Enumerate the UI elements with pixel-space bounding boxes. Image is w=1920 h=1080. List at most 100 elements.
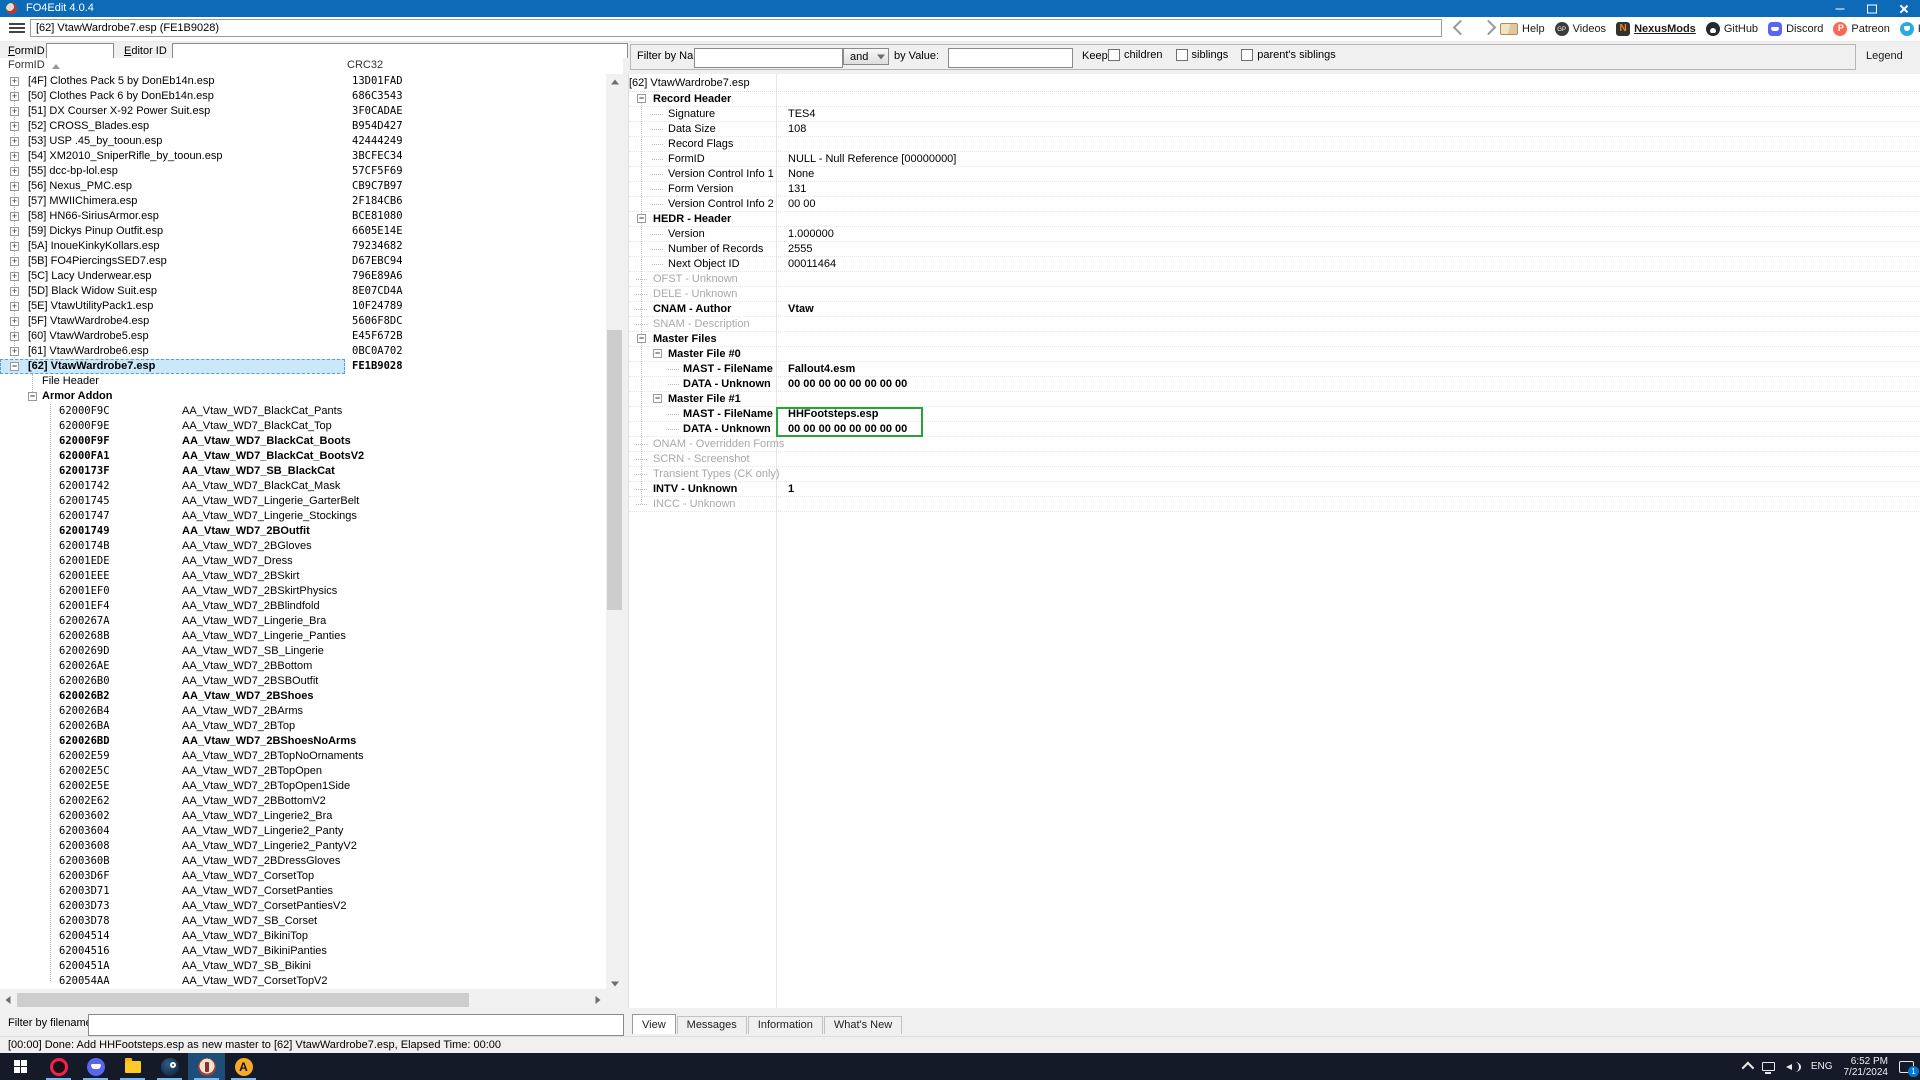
- tree-row[interactable]: +[5B] FO4PiercingsSED7.espD67EBC94: [0, 254, 606, 269]
- taskbar-app-a[interactable]: [225, 1053, 262, 1080]
- column-formid[interactable]: FormID: [8, 59, 45, 71]
- record-row[interactable]: DATA - Unknown00 00 00 00 00 00 00 00: [629, 377, 1920, 392]
- expand-icon[interactable]: +: [10, 77, 19, 86]
- expand-icon[interactable]: +: [10, 212, 19, 221]
- scroll-left-icon[interactable]: [0, 992, 16, 1008]
- keep-option-parent-s-siblings[interactable]: parent's siblings: [1241, 49, 1336, 61]
- patreon-link[interactable]: Patreon: [1833, 22, 1890, 36]
- expand-icon[interactable]: +: [10, 332, 19, 341]
- tab-messages[interactable]: Messages: [677, 1016, 747, 1034]
- legend-link[interactable]: Legend: [1866, 50, 1903, 62]
- tree-row[interactable]: 6200173FAA_Vtaw_WD7_SB_BlackCat: [0, 464, 606, 479]
- tree-row[interactable]: 62002E59AA_Vtaw_WD7_2BTopNoOrnaments: [0, 749, 606, 764]
- videos-link[interactable]: Videos: [1555, 22, 1606, 36]
- record-row[interactable]: DELE - Unknown: [629, 287, 1920, 302]
- expand-icon[interactable]: +: [10, 257, 19, 266]
- expand-icon[interactable]: +: [10, 122, 19, 131]
- collapse-icon[interactable]: −: [10, 362, 19, 371]
- filename-filter-input[interactable]: [88, 1014, 624, 1036]
- language-indicator[interactable]: ENG: [1811, 1061, 1833, 1072]
- tree-row[interactable]: +[4F] Clothes Pack 5 by DonEb14n.esp13D0…: [0, 74, 606, 89]
- collapse-icon[interactable]: −: [637, 214, 646, 223]
- tab-what-s-new[interactable]: What's New: [824, 1016, 902, 1034]
- record-row[interactable]: Number of Records2555: [629, 242, 1920, 257]
- record-row[interactable]: Record Flags: [629, 137, 1920, 152]
- record-row[interactable]: SNAM - Description: [629, 317, 1920, 332]
- tree-row[interactable]: +[5D] Black Widow Suit.esp8E07CD4A: [0, 284, 606, 299]
- tree-row[interactable]: +[51] DX Courser X-92 Power Suit.esp3F0C…: [0, 104, 606, 119]
- tree-row[interactable]: +[54] XM2010_SniperRifle_by_tooun.esp3BC…: [0, 149, 606, 164]
- tree-row[interactable]: +[59] Dickys Pinup Outfit.esp6605E14E: [0, 224, 606, 239]
- tree-row[interactable]: 62001749AA_Vtaw_WD7_2BOutfit: [0, 524, 606, 539]
- taskbar-start[interactable]: [0, 1053, 40, 1080]
- tree-row[interactable]: 62003D78AA_Vtaw_WD7_SB_Corset: [0, 914, 606, 929]
- filter-name-input[interactable]: [694, 48, 843, 68]
- keep-option-siblings[interactable]: siblings: [1176, 49, 1229, 61]
- record-row[interactable]: INCC - Unknown: [629, 497, 1920, 512]
- tree-row[interactable]: 62003602AA_Vtaw_WD7_Lingerie2_Bra: [0, 809, 606, 824]
- tree-row[interactable]: −[62] VtawWardrobe7.espFE1B9028: [0, 359, 606, 374]
- tree-row[interactable]: +[5F] VtawWardrobe4.esp5606F8DC: [0, 314, 606, 329]
- tree-row[interactable]: 62002E5CAA_Vtaw_WD7_2BTopOpen: [0, 764, 606, 779]
- taskbar-fo4edit[interactable]: [188, 1053, 225, 1080]
- record-row[interactable]: CNAM - AuthorVtaw: [629, 302, 1920, 317]
- tree-row[interactable]: 620026B4AA_Vtaw_WD7_2BArms: [0, 704, 606, 719]
- tree-row[interactable]: 62000F9CAA_Vtaw_WD7_BlackCat_Pants: [0, 404, 606, 419]
- tree-row[interactable]: 6200360BAA_Vtaw_WD7_2BDressGloves: [0, 854, 606, 869]
- tree-row[interactable]: 62000F9FAA_Vtaw_WD7_BlackCat_Boots: [0, 434, 606, 449]
- expand-icon[interactable]: +: [10, 137, 19, 146]
- tree-row[interactable]: 62001745AA_Vtaw_WD7_Lingerie_GarterBelt: [0, 494, 606, 509]
- tree-row[interactable]: 6200269DAA_Vtaw_WD7_SB_Lingerie: [0, 644, 606, 659]
- scroll-right-icon[interactable]: [590, 992, 606, 1008]
- scroll-up-icon[interactable]: [606, 74, 623, 90]
- record-row[interactable]: MAST - FileNameFallout4.esm: [629, 362, 1920, 377]
- tree-row[interactable]: 620054AAAA_Vtaw_WD7_CorsetTopV2: [0, 974, 606, 989]
- record-row[interactable]: ONAM - Overridden Forms: [629, 437, 1920, 452]
- tree-row[interactable]: 620026AEAA_Vtaw_WD7_2BBottom: [0, 659, 606, 674]
- record-row[interactable]: SignatureTES4: [629, 107, 1920, 122]
- tree-row[interactable]: 62001747AA_Vtaw_WD7_Lingerie_Stockings: [0, 509, 606, 524]
- tree-row[interactable]: +[60] VtawWardrobe5.espE45F672B: [0, 329, 606, 344]
- tree-row[interactable]: 620026BDAA_Vtaw_WD7_2BShoesNoArms: [0, 734, 606, 749]
- tree-row[interactable]: +[50] Clothes Pack 6 by DonEb14n.esp686C…: [0, 89, 606, 104]
- tree-row[interactable]: 62000F9EAA_Vtaw_WD7_BlackCat_Top: [0, 419, 606, 434]
- expand-icon[interactable]: +: [10, 242, 19, 251]
- tree-row[interactable]: 62000FA1AA_Vtaw_WD7_BlackCat_BootsV2: [0, 449, 606, 464]
- expand-icon[interactable]: +: [10, 227, 19, 236]
- tree-vertical-scrollbar[interactable]: [606, 74, 623, 992]
- tree-row[interactable]: 62001EF4AA_Vtaw_WD7_2BBlindfold: [0, 599, 606, 614]
- tree-row[interactable]: +[56] Nexus_PMC.espCB9C7B97: [0, 179, 606, 194]
- tree-row[interactable]: 62001EEEAA_Vtaw_WD7_2BSkirt: [0, 569, 606, 584]
- tree-row[interactable]: +[57] MWIIChimera.esp2F184CB6: [0, 194, 606, 209]
- tree-horizontal-scrollbar[interactable]: [0, 992, 606, 1008]
- checkbox[interactable]: [1176, 49, 1188, 61]
- tree-row[interactable]: 62001EDEAA_Vtaw_WD7_Dress: [0, 554, 606, 569]
- record-row[interactable]: Version Control Info 1None: [629, 167, 1920, 182]
- back-icon[interactable]: [1453, 20, 1469, 36]
- tree-row[interactable]: 62003D73AA_Vtaw_WD7_CorsetPantiesV2: [0, 899, 606, 914]
- record-row[interactable]: Version1.000000: [629, 227, 1920, 242]
- record-row[interactable]: −Master Files: [629, 332, 1920, 347]
- notification-center-icon[interactable]: 1: [1899, 1061, 1914, 1073]
- tree-row[interactable]: 62001742AA_Vtaw_WD7_BlackCat_Mask: [0, 479, 606, 494]
- column-crc32[interactable]: CRC32: [347, 59, 383, 71]
- record-view-header[interactable]: [62] VtawWardrobe7.esp: [629, 74, 1920, 92]
- tree-row[interactable]: 62001EF0AA_Vtaw_WD7_2BSkirtPhysics: [0, 584, 606, 599]
- expand-icon[interactable]: +: [10, 347, 19, 356]
- filter-operator-select[interactable]: and: [843, 48, 889, 65]
- discord-link[interactable]: Discord: [1768, 22, 1823, 36]
- tree-row[interactable]: +[5A] InoueKinkyKollars.esp79234682: [0, 239, 606, 254]
- record-row[interactable]: FormIDNULL - Null Reference [00000000]: [629, 152, 1920, 167]
- tree-row[interactable]: 6200451AAA_Vtaw_WD7_SB_Bikini: [0, 959, 606, 974]
- menu-icon[interactable]: [9, 23, 25, 35]
- tree-row[interactable]: 62004516AA_Vtaw_WD7_BikiniPanties: [0, 944, 606, 959]
- record-row[interactable]: OFST - Unknown: [629, 272, 1920, 287]
- tree-row[interactable]: +[52] CROSS_Blades.espB954D427: [0, 119, 606, 134]
- tree-column-header[interactable]: FormID CRC32: [0, 58, 623, 75]
- taskbar-file-explorer[interactable]: [114, 1053, 151, 1080]
- tree-row[interactable]: +[5C] Lacy Underwear.esp796E89A6: [0, 269, 606, 284]
- expand-icon[interactable]: +: [10, 302, 19, 311]
- taskbar-steam[interactable]: [151, 1053, 188, 1080]
- tree-row[interactable]: 62003604AA_Vtaw_WD7_Lingerie2_Panty: [0, 824, 606, 839]
- record-row[interactable]: −Master File #1: [629, 392, 1920, 407]
